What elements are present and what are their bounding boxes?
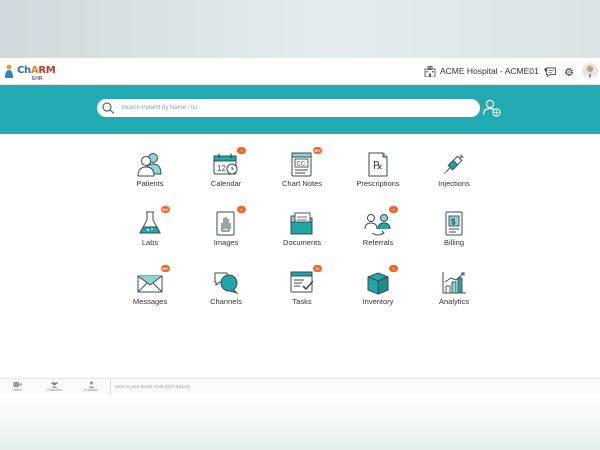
notification-badge: 1 xyxy=(389,265,398,272)
hospital-selector[interactable]: ACME Hospital - ACME01 ▼ xyxy=(424,63,549,79)
folder-icon xyxy=(290,212,313,235)
tile-prescriptions[interactable]: ℞ Prescriptions xyxy=(340,146,416,202)
chat-icon[interactable] xyxy=(545,66,557,78)
tile-label: Documents xyxy=(283,238,321,247)
prescription-icon: ℞ xyxy=(368,152,388,177)
tile-label: Injections xyxy=(438,179,470,188)
logo-subtitle: EHR xyxy=(32,76,43,82)
notification-badge: 11 xyxy=(313,265,322,272)
tile-billing[interactable]: $ Billing xyxy=(416,205,492,261)
tile-label: Billing xyxy=(443,238,464,247)
bottom-toolbar: Video Channels Contacts Here is your Sma… xyxy=(0,378,600,394)
bottom-background xyxy=(0,394,600,450)
tile-messages[interactable]: 99+ Messages xyxy=(112,264,188,320)
notification-badge: 1 xyxy=(237,206,246,213)
avatar[interactable] xyxy=(582,63,598,79)
footer-contacts[interactable]: Contacts xyxy=(77,381,105,392)
chat-bubbles-icon xyxy=(214,272,239,295)
notification-badge: 99+ xyxy=(161,265,170,272)
tile-label: Chart Notes xyxy=(281,179,323,188)
gear-icon[interactable] xyxy=(563,66,575,78)
tasks-icon: 11 xyxy=(288,265,322,296)
contacts-icon xyxy=(88,381,94,388)
tile-tasks[interactable]: 11 Tasks xyxy=(264,264,340,320)
smart-chat-input[interactable]: Here is your Smart Chat (Ctrl+Space) xyxy=(110,379,410,394)
footer-channels[interactable]: Channels xyxy=(40,381,68,392)
notification-badge: 99+ xyxy=(161,206,170,213)
footer-label: Video xyxy=(12,388,22,392)
user-photo-icon xyxy=(583,65,597,79)
tile-channels[interactable]: Channels xyxy=(188,264,264,320)
svg-text:CC: CC xyxy=(297,162,306,168)
svg-text:℞: ℞ xyxy=(373,160,383,172)
notification-badge: 1 xyxy=(389,206,398,213)
add-patient-icon[interactable] xyxy=(482,98,502,118)
tile-label: Tasks xyxy=(292,297,312,306)
tile-label: Patients xyxy=(136,179,164,188)
tile-label: Analytics xyxy=(438,297,469,306)
notification-badge: 1 xyxy=(237,147,246,154)
patients-icon xyxy=(137,153,162,177)
hospital-name: ACME Hospital - ACME01 xyxy=(440,66,539,76)
patient-search-box[interactable] xyxy=(97,99,480,117)
patient-search-input[interactable] xyxy=(121,101,471,115)
hospital-icon xyxy=(424,65,436,77)
tile-label: Messages xyxy=(132,297,168,306)
tile-label: Channels xyxy=(210,297,242,306)
tile-referrals[interactable]: 1 Referrals xyxy=(340,205,416,261)
footer-label: Contacts xyxy=(83,388,99,392)
tile-label: Calendar xyxy=(210,179,242,188)
search-icon xyxy=(102,102,115,114)
envelope-icon: 99+ xyxy=(136,265,170,296)
tile-calendar[interactable]: 12 1 Calendar xyxy=(188,146,264,202)
tile-label: Labs xyxy=(141,238,159,247)
svg-text:$: $ xyxy=(451,218,456,227)
video-icon xyxy=(13,382,21,387)
tile-label: Prescriptions xyxy=(356,179,400,188)
analytics-icon xyxy=(442,272,466,294)
billing-icon: $ xyxy=(445,211,463,236)
notification-badge: 99+ xyxy=(313,147,322,154)
tile-label: Referrals xyxy=(362,238,394,247)
tile-analytics[interactable]: Analytics xyxy=(416,264,492,320)
top-header: ChARM EHR ACME Hospital - ACME01 ▼ xyxy=(0,58,600,85)
tile-labs[interactable]: 99+ Labs xyxy=(112,205,188,261)
tile-injections[interactable]: Injections xyxy=(416,146,492,202)
tile-label: Images xyxy=(213,238,239,247)
svg-text:12: 12 xyxy=(217,164,226,173)
footer-video[interactable]: Video xyxy=(3,381,31,392)
logo-text: ChARM xyxy=(17,65,56,76)
calendar-icon: 12 1 xyxy=(212,147,246,178)
box-icon: 1 xyxy=(364,265,398,296)
top-background xyxy=(0,0,600,58)
tile-label: Inventory xyxy=(362,297,394,306)
xray-hand-icon: 1 xyxy=(212,206,246,237)
tile-images[interactable]: 1 Images xyxy=(188,205,264,261)
chart-notes-icon: CC 99+ xyxy=(288,147,322,178)
tile-chart-notes[interactable]: CC 99+ Chart Notes xyxy=(264,146,340,202)
search-banner xyxy=(0,85,600,134)
logo-figure-icon xyxy=(5,64,13,78)
module-grid: Patients 12 1 Calendar CC 99+ Chart Note… xyxy=(112,146,492,316)
tile-documents[interactable]: Documents xyxy=(264,205,340,261)
channels-icon xyxy=(50,381,58,388)
tile-patients[interactable]: Patients xyxy=(112,146,188,202)
charm-logo[interactable]: ChARM EHR xyxy=(4,63,56,82)
tile-inventory[interactable]: 1 Inventory xyxy=(340,264,416,320)
flask-icon: 99+ xyxy=(136,206,170,237)
footer-label: Channels xyxy=(46,388,62,392)
syringe-icon xyxy=(443,154,464,175)
referral-icon: 1 xyxy=(364,206,398,237)
